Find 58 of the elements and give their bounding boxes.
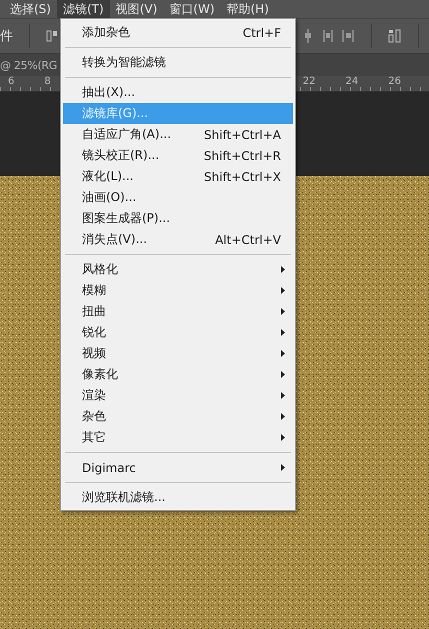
ruler-number: 24: [346, 76, 358, 89]
shortcut-label: Ctrl+F: [242, 26, 281, 40]
menu-item[interactable]: 滤镜(T): [56, 0, 110, 18]
document-tab[interactable]: @ 25%(RG: [0, 58, 58, 72]
menu-item[interactable]: 渲染: [63, 385, 293, 406]
menu-item[interactable]: 自适应广角(A)... Shift+Ctrl+A: [63, 124, 293, 145]
menu-item-label: 像素化: [82, 366, 118, 383]
menu-item[interactable]: 选择(S): [4, 0, 57, 18]
menu-item-label: 滤镜库(G)...: [82, 105, 148, 122]
menu-item[interactable]: 窗口(W): [163, 0, 220, 18]
menu-item[interactable]: 液化(L)... Shift+Ctrl+X: [63, 166, 293, 187]
menu-item-label: 液化(L)...: [82, 168, 134, 185]
menu-item[interactable]: 油画(O)...: [63, 187, 293, 208]
menu-item-label: 杂色: [82, 408, 106, 425]
menu-item-label: 图案生成器(P)...: [82, 210, 170, 227]
menu-item[interactable]: 锐化: [63, 322, 293, 343]
menu-item[interactable]: 模糊: [63, 280, 293, 301]
menu-item-label: 添加杂色: [82, 24, 130, 41]
menu-item-label: 转换为智能滤镜: [82, 54, 166, 71]
shortcut-label: Shift+Ctrl+A: [204, 128, 281, 142]
menu-item-label: 自适应广角(A)...: [82, 126, 172, 143]
menu-item[interactable]: 消失点(V)... Alt+Ctrl+V: [63, 229, 293, 250]
option-label: 件: [0, 28, 13, 45]
menu-item-label: 风格化: [82, 261, 118, 278]
ruler-number: 22: [302, 76, 316, 89]
ruler-number: 6: [8, 76, 14, 89]
menu-item-label: 油画(O)...: [82, 189, 136, 206]
menu-item-label: 其它: [82, 429, 106, 446]
menu-item[interactable]: 扭曲: [63, 301, 293, 322]
menu-item[interactable]: 视图(V): [110, 0, 164, 18]
menu-item-label: 扭曲: [82, 303, 106, 320]
menu-item[interactable]: 风格化: [63, 259, 293, 280]
menu-item-label: 锐化: [82, 324, 106, 341]
menu-item[interactable]: 添加杂色 Ctrl+F: [63, 22, 293, 43]
menu-item[interactable]: 镜头校正(R)... Shift+Ctrl+R: [63, 145, 293, 166]
menu-item-label: 浏览联机滤镜...: [82, 489, 166, 506]
menu-item-label: 抽出(X)...: [82, 84, 136, 101]
menu-item-label: 渲染: [82, 387, 106, 404]
menu-item[interactable]: 其它: [63, 427, 293, 448]
menu-item[interactable]: 视频: [63, 343, 293, 364]
ruler-number: 26: [388, 76, 401, 89]
menu-item-label: Digimarc: [82, 460, 136, 474]
menu-item-label: 消失点(V)...: [82, 231, 148, 248]
shortcut-label: Shift+Ctrl+X: [204, 170, 281, 184]
ruler-number: 8: [44, 76, 51, 89]
menu-item[interactable]: 帮助(H): [220, 0, 275, 18]
menu-item[interactable]: 抽出(X)...: [63, 82, 293, 103]
menu-item[interactable]: Digimarc: [63, 457, 293, 478]
menu-item[interactable]: 浏览联机滤镜...: [63, 487, 293, 508]
menu-item[interactable]: 图案生成器(P)...: [63, 208, 293, 229]
menu-item[interactable]: 转换为智能滤镜: [63, 52, 293, 73]
menu-item-label: 视频: [82, 345, 106, 362]
menu-item-label: 模糊: [82, 282, 106, 299]
shortcut-label: Shift+Ctrl+R: [204, 148, 281, 162]
shortcut-label: Alt+Ctrl+V: [215, 232, 281, 246]
menu-item[interactable]: 像素化: [63, 364, 293, 385]
menu-item-label: 镜头校正(R)...: [82, 147, 160, 164]
menu-item[interactable]: 杂色: [63, 406, 293, 427]
